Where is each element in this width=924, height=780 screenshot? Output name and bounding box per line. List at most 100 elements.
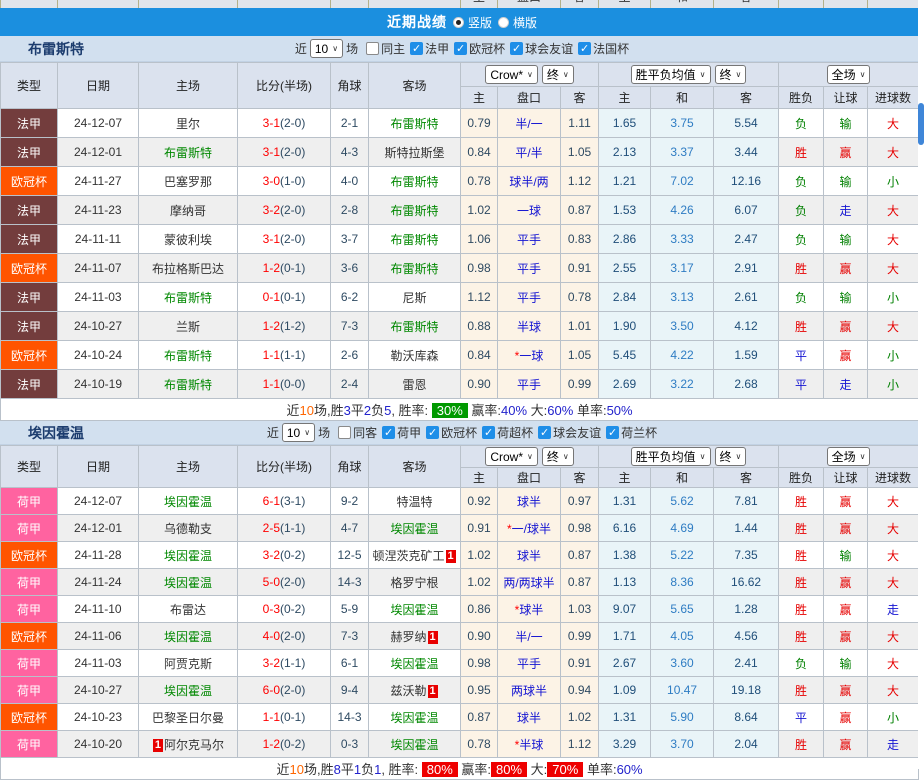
team-link[interactable]: 蒙彼利埃 [164, 233, 212, 247]
league-badge[interactable]: 欧冠杯 [0, 340, 58, 370]
team-link[interactable]: 埃因霍温 [164, 576, 212, 590]
team-link[interactable]: 布雷斯特 [390, 204, 438, 218]
final-select[interactable]: 终 ∨ [541, 446, 574, 466]
league-badge[interactable]: 荷甲 [0, 514, 58, 542]
same-venue-checkbox[interactable] [366, 42, 380, 55]
team-link[interactable]: 布雷斯特 [164, 378, 212, 392]
team-link[interactable]: 格罗宁根 [390, 576, 438, 590]
handicap-result: 赢 [823, 703, 869, 731]
team-link[interactable]: 巴黎圣日尔曼 [152, 711, 224, 725]
league-badge[interactable]: 法甲 [0, 311, 58, 341]
fulltime-select[interactable]: 全场 ∨ [826, 65, 871, 84]
team-link[interactable]: 布雷斯特 [390, 175, 438, 189]
team-link[interactable]: 埃因霍温 [390, 522, 438, 536]
bookmaker-select[interactable]: Crow* ∨ [485, 447, 538, 467]
odds-group-header: Crow* ∨ 终 ∨ [459, 445, 600, 468]
league-badge[interactable]: 荷甲 [0, 595, 58, 623]
league-checkbox[interactable]: ✓ [578, 42, 592, 55]
same-venue-checkbox[interactable] [338, 426, 352, 439]
team-link[interactable]: 乌德勒支 [164, 522, 212, 536]
team-link[interactable]: 布雷达 [170, 603, 206, 617]
match-count-select[interactable]: 10 ∨ [281, 423, 316, 442]
league-badge[interactable]: 法甲 [0, 195, 58, 225]
clipped-upper-table: 主盘口客主和客 [0, 0, 918, 8]
home-team-cell: 布雷斯特 [138, 282, 238, 312]
team-link[interactable]: 布拉格斯巴达 [152, 262, 224, 276]
league-badge[interactable]: 法甲 [0, 137, 58, 167]
team-link[interactable]: 埃因霍温 [390, 711, 438, 725]
team-link[interactable]: 兹沃勒 [390, 684, 426, 698]
league-badge[interactable]: 荷甲 [0, 487, 58, 515]
avg-select[interactable]: 胜平负均值 ∨ [630, 447, 711, 466]
bookmaker-select[interactable]: Crow* ∨ [485, 65, 538, 85]
avg-draw: 8.36 [650, 568, 715, 596]
horizontal-radio[interactable] [498, 16, 509, 28]
league-badge[interactable]: 法甲 [0, 282, 58, 312]
team-link[interactable]: 斯特拉斯堡 [384, 146, 444, 160]
team-link[interactable]: 埃因霍温 [164, 549, 212, 563]
league-badge[interactable]: 欧冠杯 [0, 166, 58, 196]
team-link[interactable]: 布雷斯特 [164, 291, 212, 305]
league-badge[interactable]: 法甲 [0, 369, 58, 399]
team-link[interactable]: 埃因霍温 [164, 630, 212, 644]
team-link[interactable]: 特温特 [396, 495, 432, 509]
league-badge[interactable]: 欧冠杯 [0, 541, 58, 569]
league-badge[interactable]: 欧冠杯 [0, 703, 58, 731]
handicap-cell: 平手 [497, 253, 561, 283]
league-badge[interactable]: 法甲 [0, 224, 58, 254]
fulltime-select[interactable]: 全场 ∨ [826, 447, 871, 466]
away-odds: 0.87 [559, 568, 600, 596]
team-link[interactable]: 布雷斯特 [164, 146, 212, 160]
league-checkbox[interactable]: ✓ [454, 42, 468, 55]
league-checkbox[interactable]: ✓ [382, 426, 396, 439]
avg-draw: 3.22 [650, 369, 715, 399]
fulltime-score: 1-2 [262, 261, 280, 275]
avg-draw: 3.70 [650, 730, 715, 758]
league-badge[interactable]: 欧冠杯 [0, 253, 58, 283]
league-checkbox[interactable]: ✓ [606, 426, 620, 439]
team-link[interactable]: 摩纳哥 [170, 204, 206, 218]
final-select[interactable]: 终 ∨ [714, 65, 747, 84]
team-link[interactable]: 顿涅茨克矿工 [372, 549, 444, 563]
vertical-radio[interactable] [452, 16, 464, 28]
team-link[interactable]: 布雷斯特 [390, 117, 438, 131]
column-subheader: 主 [460, 467, 498, 488]
league-badge[interactable]: 荷甲 [0, 568, 58, 596]
team-link[interactable]: 阿尔克马尔 [164, 738, 224, 752]
team-link[interactable]: 勒沃库森 [390, 349, 438, 363]
league-checkbox[interactable]: ✓ [410, 42, 424, 55]
team-link[interactable]: 阿贾克斯 [164, 657, 212, 671]
red-card-badge: 1 [427, 630, 438, 644]
wdl-result: 胜 [778, 676, 825, 704]
final-select[interactable]: 终 ∨ [714, 447, 747, 466]
team-link[interactable]: 巴塞罗那 [164, 175, 212, 189]
league-badge[interactable]: 法甲 [0, 108, 58, 138]
team-link[interactable]: 赫罗纳 [390, 630, 426, 644]
team-link[interactable]: 布雷斯特 [390, 262, 438, 276]
team-link[interactable]: 埃因霍温 [164, 684, 212, 698]
team-link[interactable]: 尼斯 [402, 291, 426, 305]
match-count-select[interactable]: 10 ∨ [309, 39, 344, 58]
final-select[interactable]: 终 ∨ [541, 64, 574, 84]
team-link[interactable]: 布雷斯特 [390, 233, 438, 247]
team-link[interactable]: 埃因霍温 [390, 738, 438, 752]
scrollbar-thumb[interactable] [918, 103, 924, 145]
league-checkbox[interactable]: ✓ [538, 426, 552, 439]
league-badge[interactable]: 荷甲 [0, 730, 58, 758]
league-badge[interactable]: 荷甲 [0, 676, 58, 704]
league-checkbox[interactable]: ✓ [426, 426, 440, 439]
team-link[interactable]: 兰斯 [176, 320, 200, 334]
team-link[interactable]: 里尔 [176, 117, 200, 131]
league-checkbox[interactable]: ✓ [482, 426, 496, 439]
league-badge[interactable]: 欧冠杯 [0, 622, 58, 650]
avg-select[interactable]: 胜平负均值 ∨ [630, 65, 711, 84]
team-link[interactable]: 雷恩 [402, 378, 426, 392]
team-link[interactable]: 埃因霍温 [164, 495, 212, 509]
team-link[interactable]: 埃因霍温 [390, 603, 438, 617]
league-checkbox[interactable]: ✓ [510, 42, 524, 55]
team-link[interactable]: 埃因霍温 [390, 657, 438, 671]
page-scrollbar[interactable] [918, 0, 924, 769]
team-link[interactable]: 布雷斯特 [390, 320, 438, 334]
team-link[interactable]: 布雷斯特 [164, 349, 212, 363]
league-badge[interactable]: 荷甲 [0, 649, 58, 677]
